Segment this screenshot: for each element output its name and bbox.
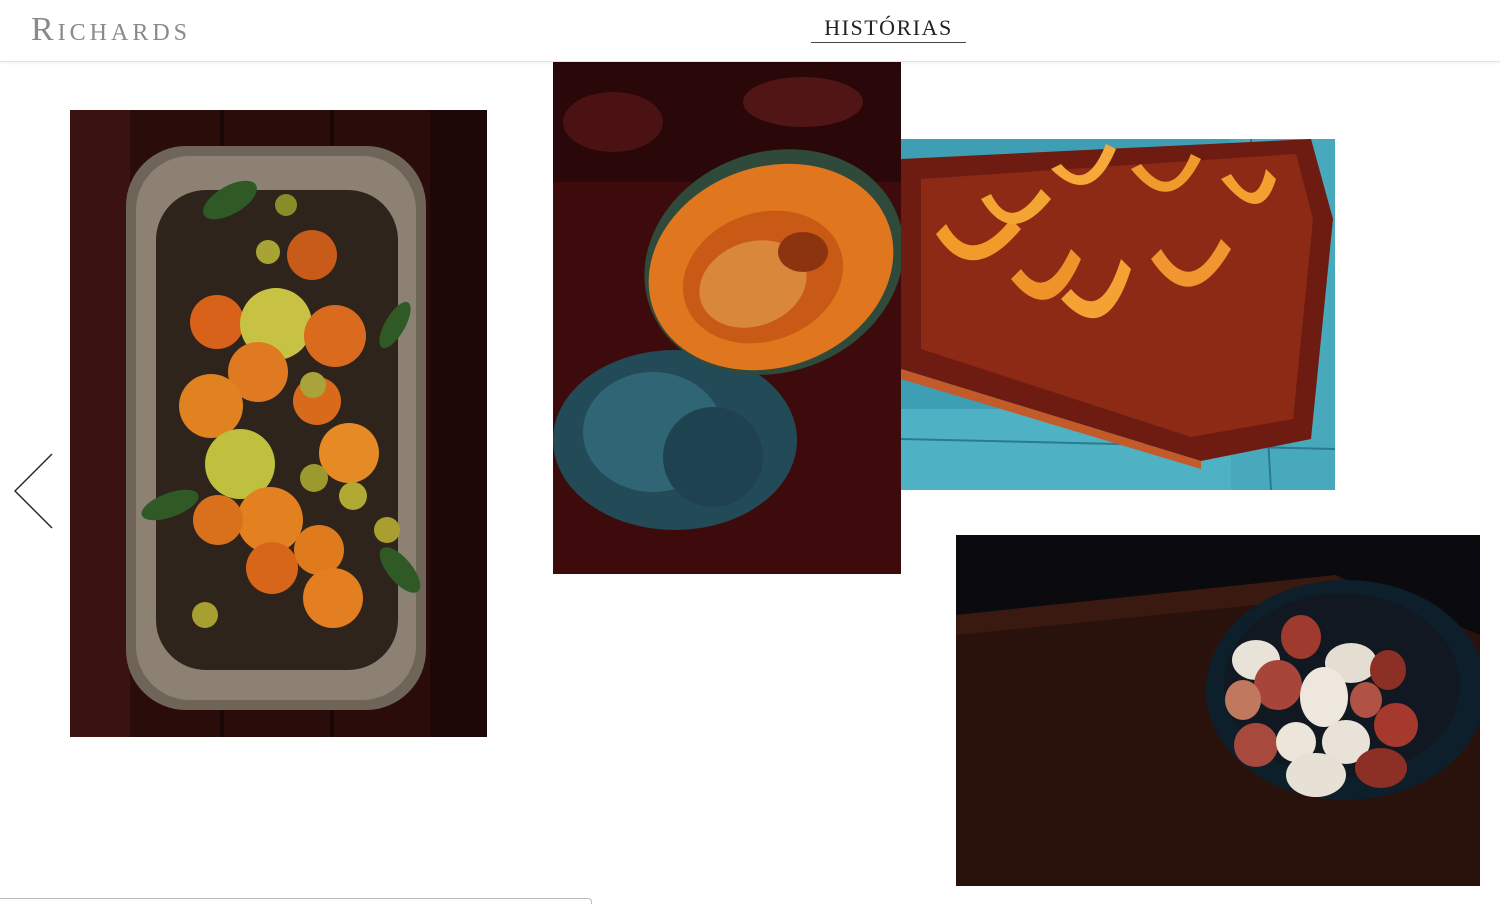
pumpkin-slices-image xyxy=(901,139,1335,490)
horizontal-scrollbar[interactable] xyxy=(0,898,592,904)
nav-historias-link[interactable]: HISTÓRIAS xyxy=(811,16,966,43)
eggs-bowl-photo[interactable] xyxy=(956,535,1480,886)
pumpkin-image xyxy=(553,62,901,574)
citrus-bowl-photo[interactable] xyxy=(70,110,487,737)
chevron-left-icon xyxy=(14,453,53,529)
prev-arrow-button[interactable] xyxy=(12,452,56,530)
eggs-bowl-image xyxy=(956,535,1480,886)
citrus-bowl-image xyxy=(70,110,487,737)
site-header: Richards HISTÓRIAS xyxy=(0,0,1500,62)
pumpkin-photo[interactable] xyxy=(553,62,901,574)
site-logo[interactable]: Richards xyxy=(31,12,191,48)
pumpkin-slices-photo[interactable] xyxy=(901,139,1335,490)
